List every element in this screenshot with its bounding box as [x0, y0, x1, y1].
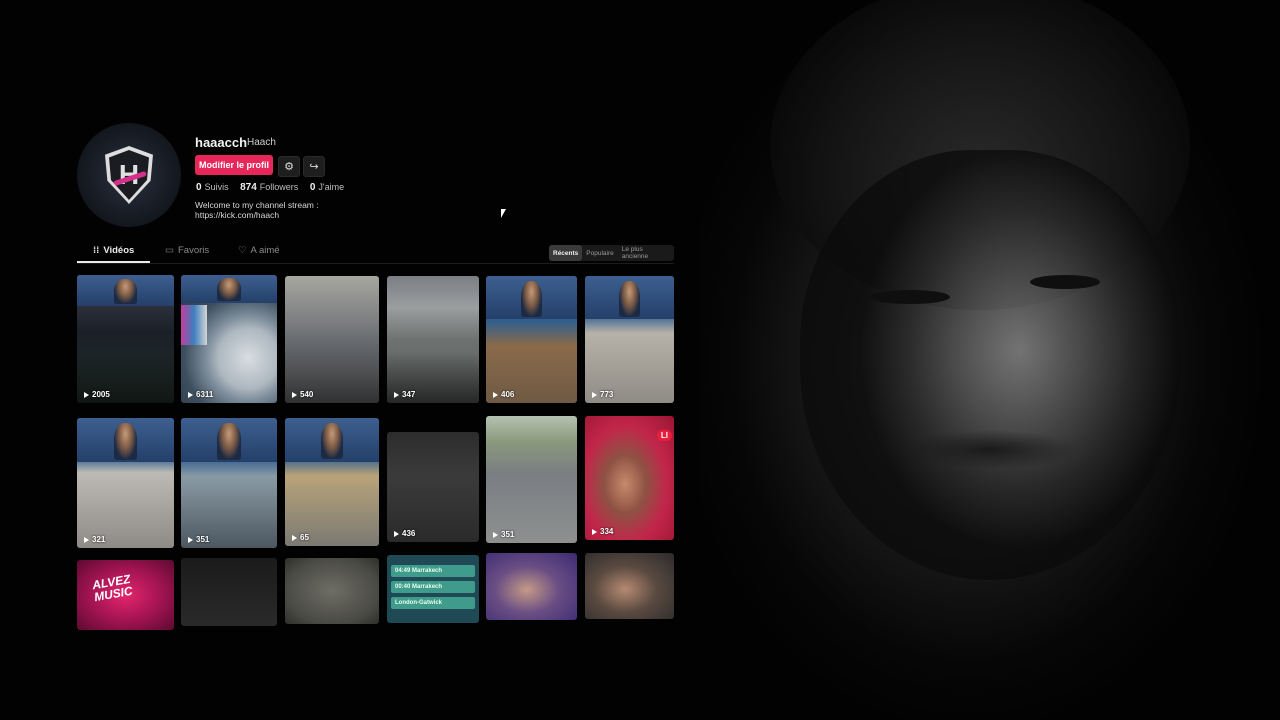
video-thumbnail[interactable]: LI 334: [585, 416, 674, 540]
sort-popular[interactable]: Populaire: [582, 245, 617, 261]
video-thumbnail[interactable]: 351: [181, 418, 277, 548]
profile-username: haaacch: [195, 135, 248, 150]
play-icon: [84, 536, 89, 543]
profile-nickname: Haach: [247, 137, 276, 148]
flight-route: 04:49 Marrakech: [391, 565, 475, 577]
logo-shield-icon: H: [105, 146, 153, 204]
tab-liked[interactable]: ♡ A aimé: [238, 245, 280, 256]
video-thumbnail[interactable]: ALVEZ MUSIC: [77, 560, 174, 630]
profile-bio: Welcome to my channel stream : https://k…: [195, 200, 319, 220]
video-thumbnail[interactable]: 2005: [77, 275, 174, 403]
play-icon: [292, 391, 297, 398]
play-icon: [493, 531, 498, 538]
share-icon: ↪: [309, 161, 319, 173]
video-thumbnail[interactable]: 406: [486, 276, 577, 403]
flight-route: London-Gatwick: [391, 597, 475, 609]
bookmark-icon: ▭: [165, 245, 174, 256]
video-thumbnail[interactable]: 321: [77, 418, 174, 548]
view-count: 436: [394, 529, 415, 538]
likes-stat: 0 J'aime: [309, 182, 345, 193]
play-icon: [188, 391, 193, 398]
view-count: 321: [84, 535, 105, 544]
view-count: 406: [493, 390, 514, 399]
grid-icon: ⁞⁞: [93, 245, 100, 256]
play-icon: [84, 391, 89, 398]
view-count: 540: [292, 390, 313, 399]
bio-link[interactable]: https://kick.com/haach: [195, 210, 319, 220]
share-button[interactable]: ↪: [303, 156, 325, 177]
sort-selector: Récents Populaire Le plus ancienne: [549, 245, 674, 261]
play-icon: [394, 391, 399, 398]
view-count: 773: [592, 390, 613, 399]
bio-text: Welcome to my channel stream :: [195, 200, 319, 210]
portrait-eye-left: [870, 290, 950, 304]
sort-recent[interactable]: Récents: [549, 245, 583, 261]
view-count: 351: [493, 530, 514, 539]
video-thumbnail[interactable]: [486, 553, 577, 620]
settings-button[interactable]: ⚙: [278, 156, 300, 177]
sort-oldest[interactable]: Le plus ancienne: [618, 245, 674, 261]
video-thumbnail[interactable]: 773: [585, 276, 674, 403]
following-stat[interactable]: 0 Suivis: [196, 182, 229, 193]
video-thumbnail[interactable]: 351: [486, 416, 577, 543]
view-count: 6311: [188, 390, 213, 399]
followers-stat[interactable]: 874 Followers: [240, 182, 298, 193]
video-thumbnail[interactable]: 436: [387, 432, 479, 542]
view-count: 347: [394, 390, 415, 399]
play-icon: [188, 536, 193, 543]
video-thumbnail[interactable]: 65: [285, 418, 379, 546]
play-icon: [592, 528, 597, 535]
tab-videos[interactable]: ⁞⁞ Vidéos: [93, 245, 134, 256]
portrait-eye-right: [1030, 275, 1100, 289]
play-icon: [292, 534, 297, 541]
view-count: 65: [292, 533, 309, 542]
flight-route: 00:40 Marrakech: [391, 581, 475, 593]
live-badge: LI: [656, 430, 672, 441]
tab-favorites[interactable]: ▭ Favoris: [165, 245, 209, 256]
view-count: 351: [188, 535, 209, 544]
webcam-portrait: [700, 0, 1280, 720]
active-tab-indicator: [77, 261, 150, 263]
portrait-face: [800, 150, 1180, 580]
video-thumbnail[interactable]: 540: [285, 276, 379, 403]
profile-stats: 0 Suivis 874 Followers 0 J'aime: [196, 182, 353, 193]
view-count: 2005: [84, 390, 110, 399]
video-thumbnail[interactable]: [181, 558, 277, 626]
play-icon: [394, 530, 399, 537]
video-thumbnail[interactable]: 347: [387, 276, 479, 403]
view-count: 334: [592, 527, 613, 536]
mouse-cursor-icon: [501, 209, 506, 218]
edit-profile-button[interactable]: Modifier le profil: [195, 155, 273, 175]
heart-icon: ♡: [238, 245, 247, 256]
play-icon: [592, 391, 597, 398]
portrait-mouth: [900, 430, 1080, 470]
play-icon: [493, 391, 498, 398]
alvez-music-title: ALVEZ MUSIC: [91, 571, 134, 605]
video-thumbnail[interactable]: 04:49 Marrakech 00:40 Marrakech London-G…: [387, 555, 479, 623]
video-thumbnail[interactable]: [285, 558, 379, 624]
video-thumbnail[interactable]: 6311: [181, 275, 277, 403]
gear-icon: ⚙: [284, 161, 294, 173]
avatar[interactable]: H: [77, 123, 181, 227]
video-thumbnail[interactable]: [585, 553, 674, 619]
